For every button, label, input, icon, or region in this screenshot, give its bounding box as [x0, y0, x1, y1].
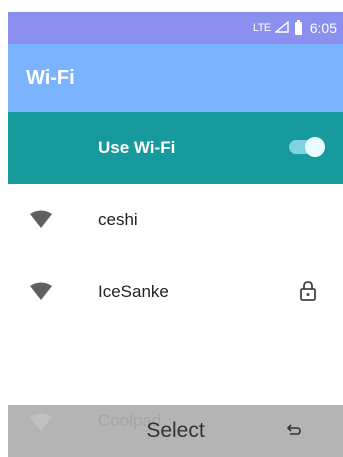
network-type: LTE [252, 22, 271, 34]
wifi-signal-icon [30, 210, 52, 228]
toggle-thumb [305, 137, 325, 157]
back-icon[interactable] [285, 421, 303, 439]
network-name: IceSanke [98, 282, 169, 301]
wifi-signal-icon [30, 282, 52, 300]
use-wifi-label: Use Wi-Fi [98, 138, 176, 157]
clock: 6:05 [309, 20, 337, 36]
app-bar: Wi-Fi [8, 44, 343, 112]
wifi-toggle[interactable] [289, 137, 325, 157]
page-title: Wi-Fi [26, 66, 75, 89]
lock-icon [300, 281, 316, 301]
status-bar: LTE 6:05 [8, 12, 343, 44]
network-item-ceshi[interactable]: ceshi [8, 184, 343, 256]
use-wifi-row[interactable]: Use Wi-Fi [8, 112, 343, 184]
signal-icon [273, 20, 289, 36]
battery-icon [294, 19, 302, 35]
network-item-icesanke[interactable]: IceSanke [8, 256, 343, 328]
network-name: ceshi [98, 210, 138, 229]
softkey-bar: Coolpad Select [8, 405, 343, 457]
